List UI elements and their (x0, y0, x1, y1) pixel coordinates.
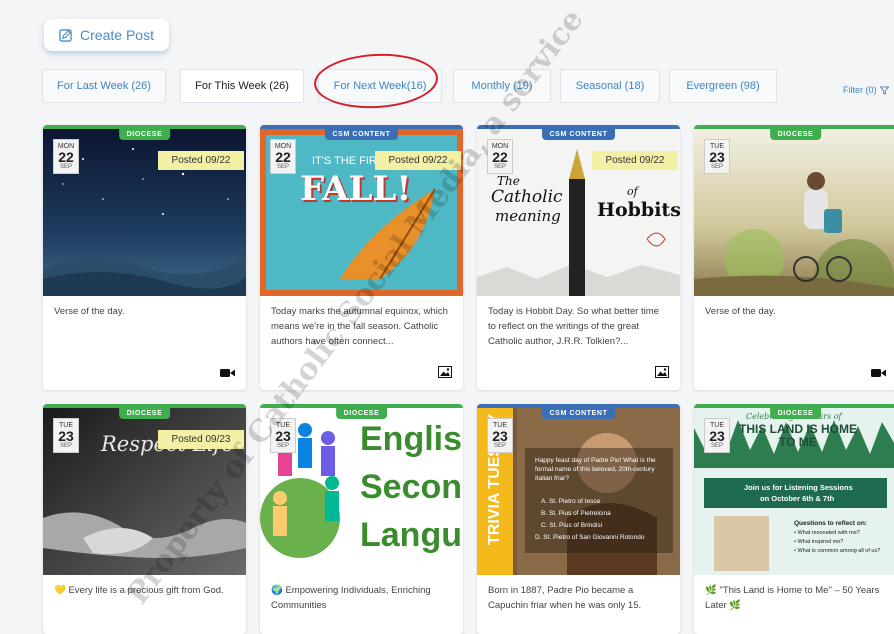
edit-square-icon (59, 28, 72, 42)
create-post-button[interactable]: Create Post (44, 19, 169, 51)
post-image: DIOCESE MON 22 SEP Posted 09/22 (43, 129, 246, 296)
source-badge: DIOCESE (769, 408, 822, 419)
date-day: 23 (492, 428, 508, 444)
date-month: SEP (493, 443, 506, 449)
create-post-label: Create Post (80, 27, 154, 43)
date-month: SEP (59, 443, 72, 449)
post-image: The Catholic meaning of Hobbits CSM CONT… (477, 129, 680, 296)
post-image: TRIVIA TUESDAY Happy feast day of Padre … (477, 408, 680, 575)
post-caption: Verse of the day. (705, 306, 776, 317)
tab-monthly[interactable]: Monthly (19) (453, 69, 551, 103)
post-caption: 🌿 "This Land is Home to Me" – 50 Years L… (705, 585, 880, 611)
date-month: SEP (493, 164, 506, 170)
video-icon (220, 369, 235, 377)
posted-label: Posted 09/22 (158, 151, 244, 170)
source-badge: CSM CONTENT (324, 129, 399, 140)
tab-label: For This Week (26) (195, 80, 289, 92)
post-card[interactable]: English Second Language DIOCESE TUE 23 S… (260, 404, 463, 634)
date-month: SEP (276, 164, 289, 170)
tab-label: For Next Week(16) (333, 80, 427, 92)
post-card[interactable]: DIOCESE MON 22 SEP Posted 09/22 Verse of… (43, 125, 246, 390)
source-badge: DIOCESE (769, 129, 822, 140)
posted-label: Posted 09/23 (158, 430, 244, 449)
filter-button[interactable]: Filter (0) (843, 85, 889, 95)
source-badge: DIOCESE (335, 408, 388, 419)
tab-last-week[interactable]: For Last Week (26) (42, 69, 166, 103)
tab-seasonal[interactable]: Seasonal (18) (560, 69, 660, 103)
date-day: 23 (709, 149, 725, 165)
image-icon (438, 366, 452, 378)
date-box: MON 22 SEP (53, 139, 79, 174)
funnel-icon (879, 85, 889, 95)
source-badge: CSM CONTENT (541, 408, 616, 419)
tab-this-week[interactable]: For This Week (26) (180, 69, 304, 103)
date-box: MON 22 SEP (270, 139, 296, 174)
post-card[interactable]: DIOCESE TUE 23 SEP Verse of the day. (694, 125, 894, 390)
post-caption: Born in 1887, Padre Pio became a Capuchi… (488, 585, 642, 611)
tab-label: Evergreen (98) (686, 80, 760, 92)
filter-label: Filter (0) (843, 85, 877, 95)
post-image: English Second Language DIOCESE TUE 23 S… (260, 408, 463, 575)
date-box: TUE 23 SEP (487, 418, 513, 453)
tab-label: Seasonal (18) (575, 80, 645, 92)
date-month: SEP (276, 443, 289, 449)
date-day: 23 (275, 428, 291, 444)
post-caption: Today is Hobbit Day. So what better time… (488, 306, 659, 347)
post-card[interactable]: IT'S THE FIRST FALL! CSM CONTENT MON 22 … (260, 125, 463, 390)
post-image: Celebrating 50 Years of THIS LAND IS HOM… (694, 408, 894, 575)
date-box: TUE 23 SEP (53, 418, 79, 453)
date-day: 22 (58, 149, 74, 165)
date-month: SEP (710, 164, 723, 170)
post-card[interactable]: TRIVIA TUESDAY Happy feast day of Padre … (477, 404, 680, 634)
tab-label: Monthly (19) (471, 80, 533, 92)
date-month: SEP (59, 164, 72, 170)
date-box: TUE 23 SEP (704, 139, 730, 174)
post-image: IT'S THE FIRST FALL! CSM CONTENT MON 22 … (260, 129, 463, 296)
date-box: TUE 23 SEP (704, 418, 730, 453)
date-day: 22 (492, 149, 508, 165)
date-box: MON 22 SEP (487, 139, 513, 174)
post-card[interactable]: Celebrating 50 Years of THIS LAND IS HOM… (694, 404, 894, 634)
date-day: 22 (275, 149, 291, 165)
date-day: 23 (58, 428, 74, 444)
post-caption: Today marks the autumnal equinox, which … (271, 306, 448, 347)
date-month: SEP (710, 443, 723, 449)
source-badge: CSM CONTENT (541, 129, 616, 140)
posted-label: Posted 09/22 (375, 151, 461, 170)
posted-label: Posted 09/22 (592, 151, 678, 170)
post-image: DIOCESE TUE 23 SEP (694, 129, 894, 296)
post-image: Respect Life DIOCESE TUE 23 SEP Posted 0… (43, 408, 246, 575)
source-badge: DIOCESE (118, 129, 171, 140)
post-card[interactable]: The Catholic meaning of Hobbits CSM CONT… (477, 125, 680, 390)
video-icon (871, 369, 886, 377)
post-caption: Verse of the day. (54, 306, 125, 317)
date-day: 23 (709, 428, 725, 444)
tab-label: For Last Week (26) (57, 80, 151, 92)
source-badge: DIOCESE (118, 408, 171, 419)
tab-evergreen[interactable]: Evergreen (98) (669, 69, 777, 103)
image-icon (655, 366, 669, 378)
tab-next-week[interactable]: For Next Week(16) (318, 69, 442, 103)
post-caption: 💛 Every life is a precious gift from God… (54, 585, 224, 596)
post-caption: 🌍 Empowering Individuals, Enriching Comm… (271, 585, 431, 611)
post-card[interactable]: Respect Life DIOCESE TUE 23 SEP Posted 0… (43, 404, 246, 634)
date-box: TUE 23 SEP (270, 418, 296, 453)
